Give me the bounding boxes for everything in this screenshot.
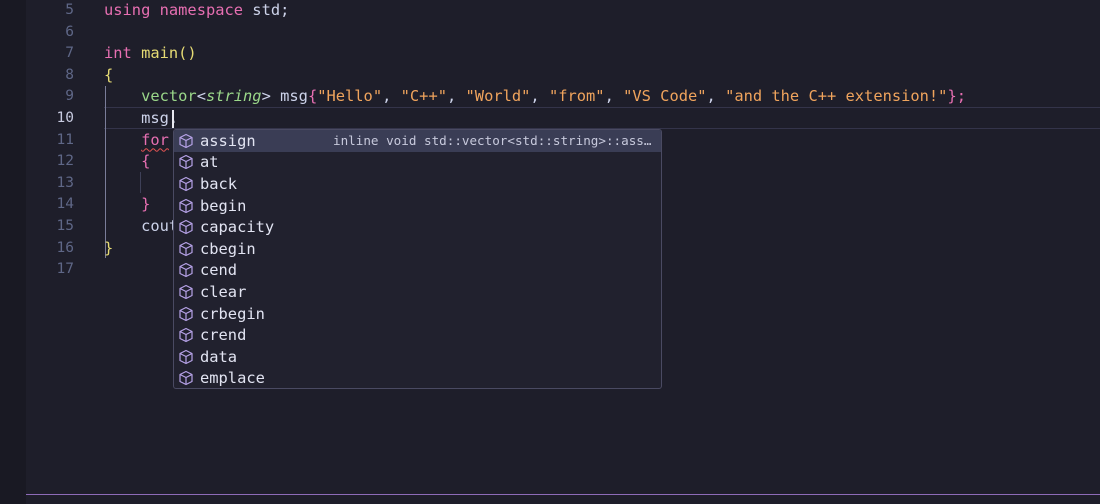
suggestion-label: assign [200,131,256,150]
line-number: 13 [56,174,74,191]
close-brace: }; [947,87,966,106]
keyword-error: for [141,130,169,149]
separator: , [530,87,549,106]
suggestion-label: begin [200,196,247,215]
suggestion-label: cbegin [200,239,256,258]
string-literal: "and the C++ extension!" [725,87,948,106]
cube-icon [178,327,194,343]
line-number: 11 [56,131,74,148]
suggestion-item[interactable]: cend [174,260,661,282]
close-brace: } [104,238,114,257]
cube-icon [178,262,194,278]
suggestion-label: data [200,347,238,366]
template-arg: string [205,87,262,106]
code-text: std; [243,1,290,19]
code-line-16: } [104,238,113,260]
angle-open: < [196,87,206,106]
code-line-11: for [104,130,169,152]
suggestion-label: clear [200,282,247,301]
cube-icon [178,176,194,192]
indent-guide [140,172,141,193]
line-number: 12 [56,153,74,170]
variable-name: msg [270,87,308,106]
suggestion-label: emplace [200,369,265,388]
suggestion-item[interactable]: assign inline void std::vector<std::strin… [174,130,661,152]
cube-icon [178,241,194,257]
string-literal: "from" [548,87,605,106]
suggestion-item[interactable]: emplace [174,368,661,388]
suggestion-item[interactable]: cbegin [174,238,661,260]
close-brace: } [141,195,151,214]
suggestion-item[interactable]: crbegin [174,303,661,325]
open-brace: { [104,65,114,84]
cube-icon [178,306,194,322]
cube-icon [178,370,194,386]
separator: , [706,87,726,106]
code-line-10: msg. [104,108,178,130]
code-line-5: using namespace std; [104,0,289,22]
cube-icon [178,154,194,170]
code-line-9: vector<string> msg{"Hello", "C++", "Worl… [104,86,966,108]
line-number-active: 10 [56,110,74,126]
cube-icon [178,349,194,365]
angle-close: > [261,87,271,106]
suggestion-label: crend [200,326,247,345]
line-number: 9 [65,88,74,105]
suggestion-item[interactable]: data [174,346,661,368]
string-literal: "Hello" [317,87,383,106]
suggestion-item[interactable]: clear [174,281,661,303]
code-line-8: { [104,65,113,87]
keyword: using [104,1,151,19]
suggestion-label: back [200,174,238,193]
keyword: int [104,44,132,63]
cube-icon [178,219,194,235]
suggestion-item[interactable]: begin [174,195,661,217]
cube-icon [178,133,194,149]
cube-icon [178,284,194,300]
suggestion-label: crbegin [200,304,265,323]
code-line-14: } [104,194,150,216]
autocomplete-widget[interactable]: assign inline void std::vector<std::strin… [173,129,662,389]
line-number: 17 [56,261,74,278]
line-number: 14 [56,196,74,213]
current-line-highlight [104,107,1100,129]
line-number: 15 [56,218,74,234]
line-number: 7 [65,45,74,62]
keyword: namespace [159,1,244,19]
code-line-12: { [104,151,150,173]
suggestion-label: capacity [200,218,275,237]
text-cursor [172,110,174,128]
line-number: 16 [56,239,74,256]
separator: , [446,87,466,106]
line-number: 6 [65,23,74,40]
type-name: vector [141,87,197,106]
cube-icon [178,198,194,214]
suggestion-item[interactable]: capacity [174,216,661,238]
separator: , [382,87,401,106]
open-brace: { [141,152,151,171]
suggestion-item[interactable]: at [174,152,661,174]
suggestion-detail: inline void std::vector<std::string>::as… [333,133,652,149]
function-name: main() [131,44,197,63]
suggestion-item[interactable]: back [174,173,661,195]
line-number: 5 [65,2,74,18]
bottom-panel [26,495,1100,504]
code-line-15: cout [104,216,178,238]
separator: , [604,87,624,106]
string-literal: "World" [465,87,531,106]
init-brace: { [307,87,318,106]
activity-strip [0,0,26,504]
code-line-7: int main() [104,43,197,65]
suggestion-label: cend [200,261,238,280]
string-literal: "VS Code" [623,87,707,106]
line-number: 8 [65,66,74,83]
suggestion-item[interactable]: crend [174,324,661,346]
suggestion-label: at [200,153,219,172]
string-literal: "C++" [400,87,447,106]
